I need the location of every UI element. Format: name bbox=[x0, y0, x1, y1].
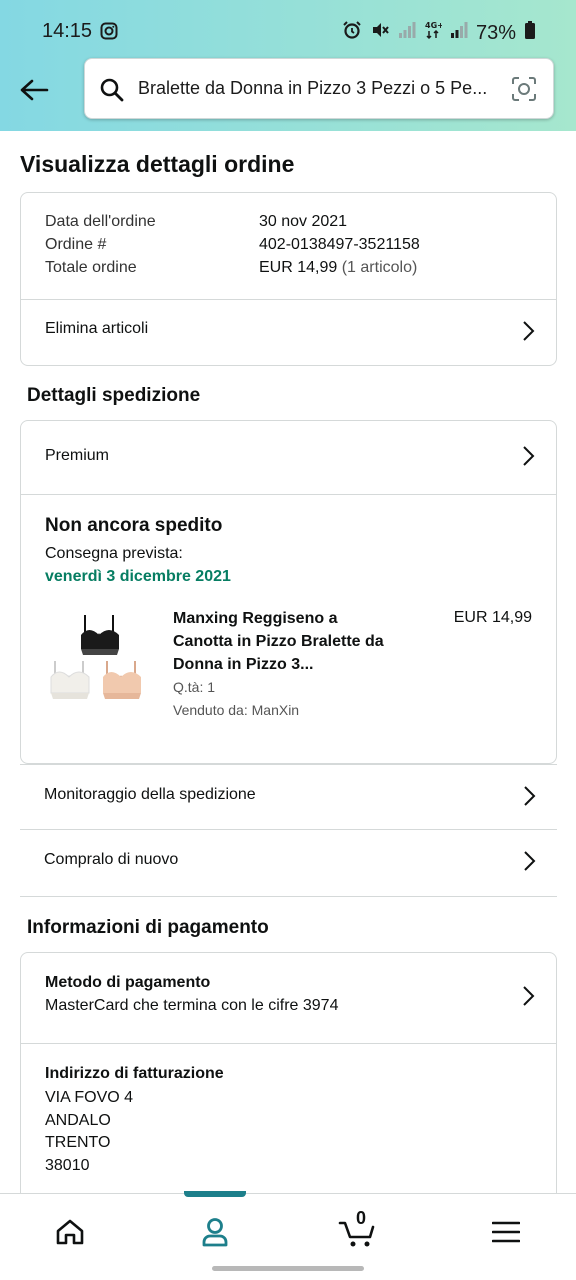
chevron-right-icon bbox=[523, 850, 537, 877]
alarm-icon bbox=[342, 20, 362, 46]
mute-icon bbox=[370, 20, 390, 46]
divider bbox=[21, 1043, 556, 1044]
arrow-left-icon bbox=[20, 79, 49, 101]
payment-method-row[interactable]: Metodo di pagamento MasterCard che termi… bbox=[21, 953, 556, 1043]
battery-percent: 73% bbox=[475, 21, 516, 44]
product-quantity: Q.tà: 1 bbox=[173, 679, 216, 695]
buy-again-row[interactable]: Compralo di nuovo bbox=[20, 830, 557, 897]
status-time: 14:15 bbox=[42, 20, 93, 42]
nav-cart[interactable]: 0 bbox=[336, 1208, 382, 1252]
chevron-right-icon bbox=[522, 445, 536, 472]
status-icons: 4G+ 73% bbox=[342, 20, 536, 46]
payment-method-value: MasterCard che termina con le cifre 3974 bbox=[45, 997, 339, 1014]
billing-address-title: Indirizzo di fatturazione bbox=[45, 1065, 224, 1082]
billing-address: VIA FOVO 4 ANDALO TRENTO 38010 bbox=[45, 1087, 133, 1177]
divider bbox=[21, 494, 556, 495]
nav-home[interactable] bbox=[50, 1212, 90, 1252]
active-tab-indicator bbox=[184, 1191, 246, 1197]
back-button[interactable] bbox=[14, 72, 54, 108]
product-image[interactable] bbox=[47, 605, 147, 715]
shipment-status: Non ancora spedito bbox=[45, 515, 223, 536]
instagram-icon bbox=[100, 22, 118, 45]
search-icon bbox=[99, 77, 125, 108]
order-total-amount: EUR 14,99 bbox=[259, 259, 338, 276]
remove-items-row[interactable]: Elimina articoli bbox=[21, 300, 556, 366]
order-date-value: 30 nov 2021 bbox=[259, 213, 348, 230]
product-title-line: Donna in Pizzo 3... bbox=[173, 656, 314, 673]
status-bar: 14:15 4G+ 73% bbox=[0, 0, 576, 62]
address-line: VIA FOVO 4 bbox=[45, 1089, 134, 1106]
battery-icon bbox=[524, 20, 536, 46]
svg-text:4G+: 4G+ bbox=[425, 21, 442, 30]
product-title-line: Canotta in Pizzo Bralette da bbox=[173, 633, 384, 650]
shipping-method: Premium bbox=[45, 447, 110, 464]
product-price: EUR 14,99 bbox=[453, 609, 532, 626]
address-line: 38010 bbox=[45, 1156, 90, 1174]
product-seller: Venduto da: ManXin bbox=[173, 702, 300, 718]
menu-icon bbox=[492, 1221, 520, 1243]
shipping-section-title: Dettagli spedizione bbox=[27, 385, 201, 406]
user-icon bbox=[202, 1218, 228, 1247]
order-summary-card: Data dell'ordine 30 nov 2021 Ordine # 40… bbox=[20, 192, 557, 366]
remove-items-label: Elimina articoli bbox=[45, 320, 149, 337]
buy-again-label: Compralo di nuovo bbox=[44, 851, 179, 868]
order-total-label: Totale ordine bbox=[45, 259, 137, 276]
address-line: TRENTO bbox=[45, 1134, 111, 1151]
signal-icon bbox=[398, 21, 416, 45]
track-shipment-row[interactable]: Monitoraggio della spedizione bbox=[20, 764, 557, 830]
gesture-bar bbox=[212, 1266, 364, 1271]
page-title: Visualizza dettagli ordine bbox=[20, 151, 295, 177]
order-total-items: (1 articolo) bbox=[341, 259, 418, 276]
chevron-right-icon bbox=[522, 985, 536, 1012]
payment-section-title: Informazioni di pagamento bbox=[27, 917, 269, 938]
shipping-method-row[interactable]: Premium bbox=[21, 421, 556, 494]
home-icon bbox=[56, 1219, 84, 1245]
address-line: ANDALO bbox=[45, 1111, 111, 1129]
product-title[interactable]: Manxing Reggiseno a Canotta in Pizzo Bra… bbox=[173, 607, 409, 676]
cart-count-badge: 0 bbox=[356, 1208, 367, 1228]
order-total-value: EUR 14,99 (1 articolo) bbox=[259, 259, 417, 277]
product-title-line: Manxing Reggiseno a bbox=[173, 610, 338, 627]
camera-lens-icon[interactable] bbox=[511, 76, 537, 107]
track-shipment-label: Monitoraggio della spedizione bbox=[44, 786, 256, 803]
order-number-value: 402-0138497-3521158 bbox=[259, 236, 420, 253]
4g-icon: 4G+ bbox=[424, 20, 444, 46]
shipping-card: Premium Non ancora spedito Consegna prev… bbox=[20, 420, 557, 764]
order-number-label: Ordine # bbox=[45, 236, 107, 253]
search-bar[interactable]: Bralette da Donna in Pizzo 3 Pezzi o 5 P… bbox=[84, 58, 554, 119]
payment-card: Metodo di pagamento MasterCard che termi… bbox=[20, 952, 557, 1195]
chevron-right-icon bbox=[523, 785, 537, 812]
order-date-label: Data dell'ordine bbox=[45, 213, 156, 230]
signal-icon bbox=[450, 21, 468, 45]
delivery-label: Consegna prevista: bbox=[45, 545, 183, 562]
search-input[interactable]: Bralette da Donna in Pizzo 3 Pezzi o 5 P… bbox=[138, 78, 498, 99]
delivery-date: venerdì 3 dicembre 2021 bbox=[45, 568, 231, 585]
app-header: 14:15 4G+ 73% Bralette da Donna in Pizzo… bbox=[0, 0, 576, 131]
nav-account[interactable] bbox=[195, 1212, 235, 1252]
chevron-right-icon bbox=[522, 320, 536, 347]
nav-menu[interactable] bbox=[486, 1212, 526, 1252]
payment-method-title: Metodo di pagamento bbox=[45, 974, 211, 991]
